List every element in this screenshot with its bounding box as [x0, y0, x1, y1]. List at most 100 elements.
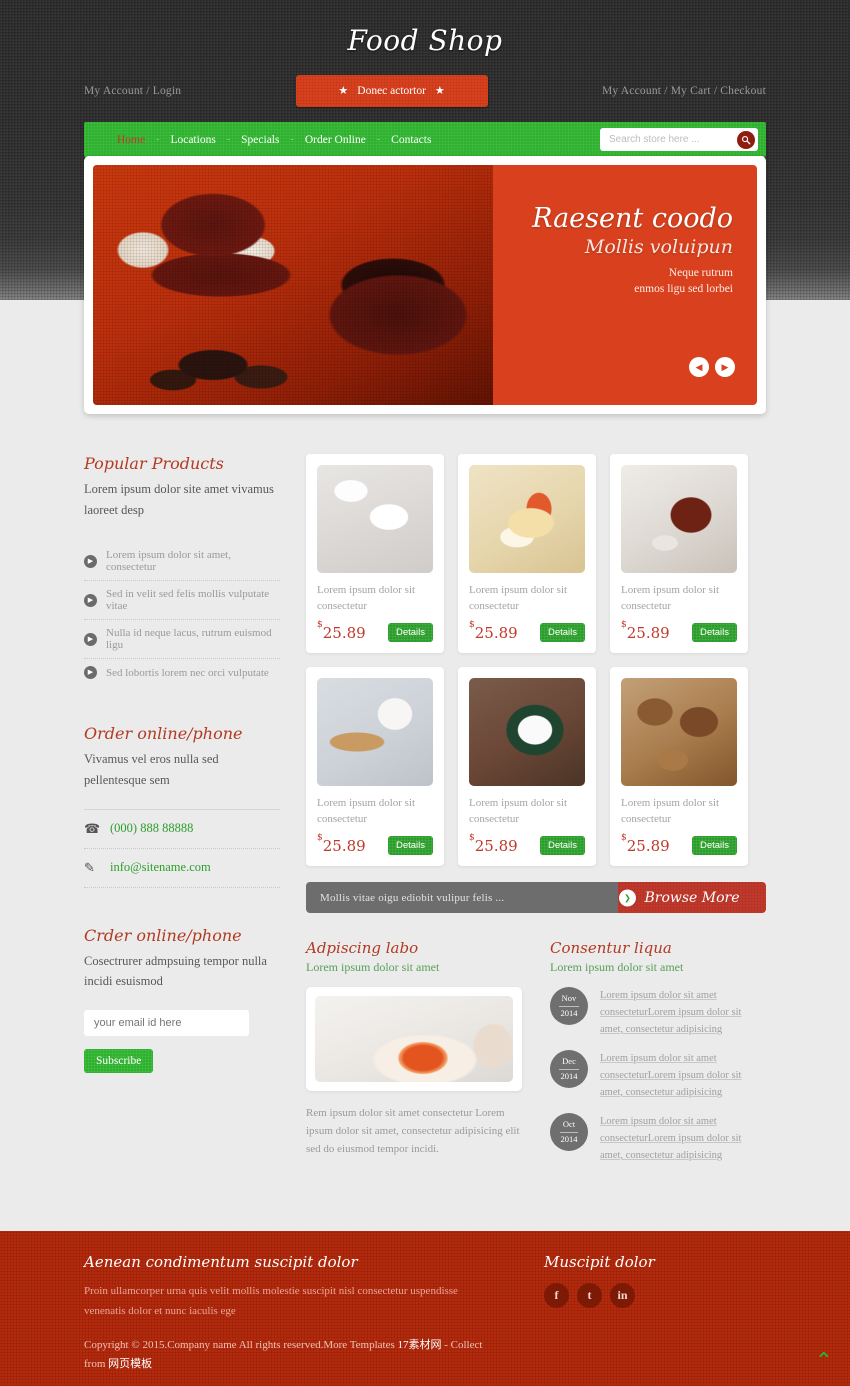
- newsletter-email-input[interactable]: [84, 1009, 249, 1036]
- order-online-title: Order online/phone: [84, 724, 243, 744]
- product-card[interactable]: Lorem ipsum dolor sit consectetur $25.89 D…: [458, 454, 596, 653]
- product-price: $25.89: [317, 620, 366, 642]
- search-box[interactable]: [600, 128, 758, 151]
- product-footer: $25.89 Details: [317, 620, 433, 642]
- email-row[interactable]: ✎ info@sitename.com: [84, 849, 280, 888]
- product-description: Lorem ipsum dolor sit consectetur: [317, 584, 416, 612]
- account-login-link[interactable]: My Account / Login: [84, 85, 181, 97]
- egg-photo: [315, 996, 513, 1082]
- news-item[interactable]: Oct 2014 Lorem ipsum dolor sit amet consec…: [550, 1113, 766, 1164]
- product-card[interactable]: Lorem ipsum dolor sit consectetur $25.89 D…: [610, 667, 748, 866]
- product-image: [317, 678, 433, 786]
- nav-link-contacts[interactable]: Contacts: [380, 134, 442, 146]
- scroll-to-top-icon[interactable]: ⌃: [815, 1350, 833, 1372]
- hero-copy: Raesent coodo Mollis voluipun Neque rutr…: [532, 204, 733, 295]
- news-list: Nov 2014 Lorem ipsum dolor sit amet consec…: [550, 987, 766, 1164]
- adpiscing-body: Rem ipsum dolor sit amet consectetur Lor…: [306, 1107, 520, 1156]
- star-icon-left: ★: [338, 84, 349, 97]
- details-button[interactable]: Details: [691, 623, 737, 642]
- product-price: $25.89: [469, 833, 518, 855]
- phone-value: (000) 888 88888: [110, 821, 194, 835]
- product-card[interactable]: Lorem ipsum dolor sit consectetur $25.89 D…: [306, 667, 444, 866]
- list-item[interactable]: ▶ Nulla id neque lacus, rutrum euismod li…: [84, 620, 280, 660]
- list-item-label: Sed in velit sed felis mollis vulputate …: [106, 588, 270, 613]
- nav-link-locations[interactable]: Locations: [159, 134, 226, 146]
- browse-more-button[interactable]: Browse More: [618, 882, 766, 913]
- copyright-cn-2[interactable]: 网页模板: [108, 1358, 152, 1370]
- account-cart-checkout-link[interactable]: My Account / My Cart / Checkout: [602, 85, 766, 97]
- phone-row[interactable]: ☎ (000) 888 88888: [84, 808, 280, 849]
- product-price: $25.89: [621, 620, 670, 642]
- main-content: Popular Products Lorem ipsum dolor site …: [84, 454, 766, 1164]
- product-card[interactable]: Lorem ipsum dolor sit consectetur $25.89 D…: [458, 667, 596, 866]
- newsletter-title: Crder online/phone: [84, 925, 242, 945]
- nav-link-specials[interactable]: Specials: [230, 134, 290, 146]
- promo-button-label: Donec actortor: [357, 85, 426, 97]
- nav-item-order-online: Order Online -: [294, 134, 380, 146]
- header-top-row: My Account / Login ★ Donec actortor ★ My…: [0, 74, 850, 108]
- play-bullet-icon: ▶: [84, 554, 97, 568]
- list-item-label: Lorem ipsum dolor sit amet, consectetur: [106, 549, 231, 574]
- details-button[interactable]: Details: [539, 623, 585, 642]
- news-item[interactable]: Dec 2014 Lorem ipsum dolor sit amet consec…: [550, 1050, 766, 1101]
- currency-symbol: $: [317, 619, 323, 630]
- date-badge: Dec 2014: [550, 1050, 588, 1088]
- subscribe-button[interactable]: Subscribe: [84, 1048, 154, 1073]
- product-card[interactable]: Lorem ipsum dolor sit consectetur $25.89 D…: [306, 454, 444, 653]
- product-description: Lorem ipsum dolor sit consectetur: [317, 797, 416, 825]
- currency-symbol: $: [621, 832, 627, 843]
- nav-link-home[interactable]: Home: [106, 134, 156, 146]
- news-item[interactable]: Nov 2014 Lorem ipsum dolor sit amet consec…: [550, 987, 766, 1038]
- copyright-cn-1[interactable]: 17素材网: [398, 1339, 442, 1351]
- price-value: 25.89: [626, 836, 670, 855]
- hero-slider-shell: Raesent coodo Mollis voluipun Neque rutr…: [84, 156, 766, 414]
- details-button[interactable]: Details: [387, 836, 433, 855]
- site-footer: Aenean condimentum suscipit dolor Proin …: [0, 1231, 850, 1386]
- product-footer: $25.89 Details: [469, 833, 585, 855]
- promo-button[interactable]: ★ Donec actortor ★: [295, 75, 488, 107]
- footer-inner: Aenean condimentum suscipit dolor Proin …: [84, 1253, 766, 1374]
- order-online-desc: Vivamus vel eros nulla sed pellentesque …: [84, 752, 219, 787]
- search-input[interactable]: [609, 134, 737, 145]
- play-bullet-icon: ▶: [84, 593, 97, 607]
- facebook-icon[interactable]: f: [544, 1283, 569, 1308]
- product-price: $25.89: [469, 620, 518, 642]
- list-item[interactable]: ▶ Sed in velit sed felis mollis vulputate…: [84, 581, 280, 621]
- popular-products-desc: Lorem ipsum dolor site amet vivamus laor…: [84, 482, 274, 517]
- search-icon[interactable]: [737, 130, 755, 149]
- linkedin-icon[interactable]: in: [610, 1283, 635, 1308]
- content-column: Lorem ipsum dolor sit consectetur $25.89 D…: [306, 454, 766, 1164]
- price-value: 25.89: [322, 836, 366, 855]
- nav-link-order-online[interactable]: Order Online: [294, 134, 377, 146]
- list-item[interactable]: ▶ Lorem ipsum dolor sit amet, consectetur: [84, 542, 280, 582]
- nav-item-locations: Locations -: [159, 134, 230, 146]
- product-price: $25.89: [621, 833, 670, 855]
- list-item-label: Nulla id neque lacus, rutrum euismod lig…: [106, 627, 272, 652]
- news-text[interactable]: Lorem ipsum dolor sit amet consecteturLo…: [600, 1113, 766, 1164]
- date-month: Nov: [558, 993, 580, 1007]
- prev-arrow-icon[interactable]: ◀: [689, 357, 709, 377]
- product-description: Lorem ipsum dolor sit consectetur: [469, 584, 568, 612]
- copyright-text: Copyright © 2015.Company name All rights…: [84, 1338, 398, 1351]
- list-item[interactable]: ▶ Sed lobortis lorem nec orci vulputate: [84, 659, 280, 686]
- bottom-sections: Adpiscing labo Lorem ipsum dolor sit ame…: [306, 939, 766, 1164]
- hero-line-1: Neque rutrum: [668, 267, 733, 280]
- product-image: [469, 678, 585, 786]
- product-card[interactable]: Lorem ipsum dolor sit consectetur $25.89 D…: [610, 454, 748, 653]
- details-button[interactable]: Details: [387, 623, 433, 642]
- product-image: [621, 465, 737, 573]
- details-button[interactable]: Details: [539, 836, 585, 855]
- news-text[interactable]: Lorem ipsum dolor sit amet consecteturLo…: [600, 1050, 766, 1101]
- twitter-icon[interactable]: t: [577, 1283, 602, 1308]
- next-arrow-icon[interactable]: ▶: [715, 357, 735, 377]
- product-image: [317, 465, 433, 573]
- currency-symbol: $: [317, 832, 323, 843]
- popular-products-list: ▶ Lorem ipsum dolor sit amet, consectetur…: [84, 542, 280, 686]
- date-year: 2014: [560, 1133, 578, 1144]
- hero-subtitle: Mollis voluipun: [584, 236, 733, 259]
- browse-bar: Mollis vitae oigu ediobit vulipur felis …: [306, 882, 766, 913]
- news-text[interactable]: Lorem ipsum dolor sit amet consecteturLo…: [600, 987, 766, 1038]
- details-button[interactable]: Details: [691, 836, 737, 855]
- browse-arrow-icon[interactable]: ❯: [619, 889, 636, 906]
- product-description: Lorem ipsum dolor sit consectetur: [621, 797, 720, 825]
